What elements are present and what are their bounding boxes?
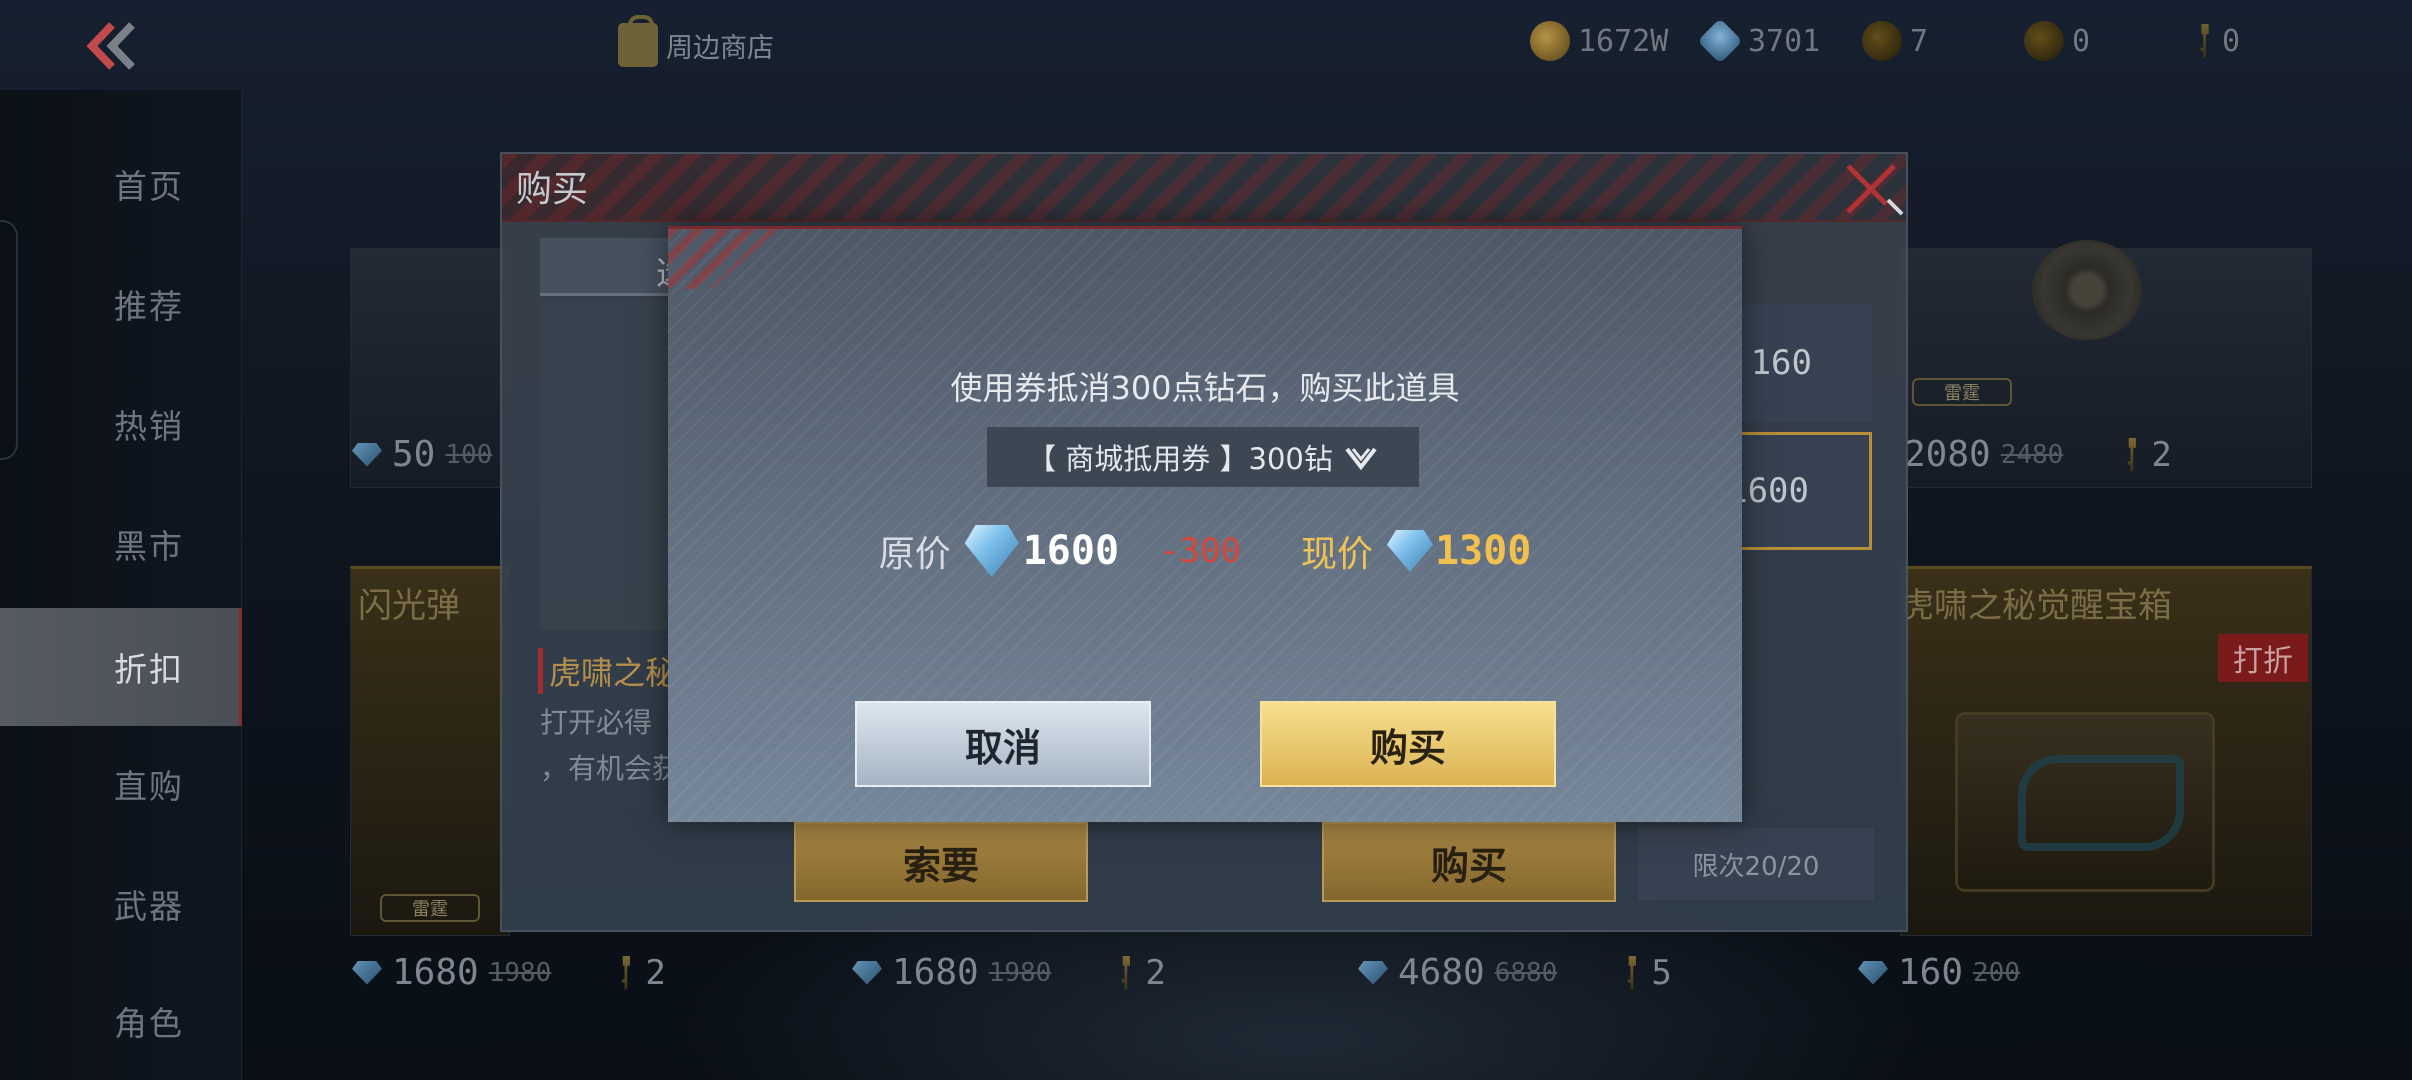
key-icon: [2127, 437, 2136, 472]
currency-gold[interactable]: 1672W: [1530, 18, 1668, 64]
chevron-down-icon: [1345, 447, 1377, 471]
product-price: 4680 6880 5: [1358, 952, 1672, 993]
product-title: 虎啸之秘觉醒宝箱: [1900, 586, 2172, 626]
current-price: 1300: [1434, 528, 1532, 574]
badge-amount: 0: [2072, 23, 2091, 59]
product-price: 2080 2480 2: [1904, 434, 2172, 475]
currency-medal[interactable]: 7: [1862, 18, 1928, 64]
coupon-dropdown[interactable]: 【 商城抵用券 】300钻: [987, 427, 1419, 487]
diamond-amount: 3701: [1748, 23, 1821, 59]
product-price: 50 100: [352, 434, 492, 475]
sidebar-item-discount[interactable]: 折扣: [0, 608, 242, 726]
product-price: 1680 1980 2: [852, 952, 1166, 993]
close-button[interactable]: [1836, 154, 1906, 224]
close-icon: [1846, 164, 1904, 216]
sidebar-item-home[interactable]: 首页: [0, 125, 242, 243]
shopping-bag-icon: [618, 15, 658, 67]
rank-badge: 雷霆: [1912, 378, 2012, 406]
back-button[interactable]: [70, 16, 150, 76]
top-bar: 周边商店 1672W 3701 7 0 0: [0, 0, 2412, 90]
currency-key[interactable]: 0: [2196, 18, 2240, 64]
rank-badge: 雷霆: [380, 894, 480, 922]
sidebar-item-direct-buy[interactable]: 直购: [0, 725, 242, 843]
purchase-dialog-title: 购买: [516, 169, 589, 210]
medal-icon: [1862, 21, 1902, 61]
key-amount: 0: [2222, 23, 2241, 59]
currency-badge[interactable]: 0: [2024, 18, 2090, 64]
coupon-confirm-modal: 使用券抵消300点钻石，购买此道具 【 商城抵用券 】300钻 原价 1600 …: [668, 226, 1742, 822]
diamond-icon: [1358, 960, 1388, 985]
disc-item-icon: [2032, 240, 2142, 340]
category-sidebar: 首页 推荐 热销 黑市 折扣 直购 武器 角色: [0, 90, 242, 1080]
key-icon: [1627, 955, 1636, 990]
diamond-icon: [964, 525, 1019, 577]
badge-icon: [2024, 21, 2064, 61]
treasure-chest-image: [1955, 712, 2215, 892]
confirm-message: 使用券抵消300点钻石，购买此道具: [950, 369, 1460, 407]
product-title: 闪光弹: [358, 586, 460, 626]
currency-diamond[interactable]: 3701: [1697, 18, 1821, 64]
key-icon: [2200, 24, 2209, 58]
diamond-icon: [1386, 530, 1433, 572]
key-icon: [1121, 955, 1130, 990]
sidebar-item-recommend[interactable]: 推荐: [0, 245, 242, 363]
sidebar-item-black-market[interactable]: 黑市: [0, 485, 242, 603]
purchase-dialog-header: [502, 154, 1906, 222]
key-icon: [621, 955, 630, 990]
diamond-icon: [352, 442, 382, 467]
product-price: 1680 1980 2: [352, 952, 666, 993]
discount-amount: -300: [1159, 531, 1241, 571]
item-description: 打开必得 ，有机会获: [540, 706, 670, 785]
coupon-selected-value: 【 商城抵用券 】300钻: [1027, 442, 1333, 476]
current-price-label: 现价: [1300, 534, 1373, 575]
original-price-label: 原价: [878, 534, 951, 575]
buy-button-background[interactable]: 购买: [1322, 822, 1616, 902]
sidebar-item-weapons[interactable]: 武器: [0, 845, 242, 963]
modal-corner-decoration: [668, 229, 778, 289]
price-summary: 原价 1600 -300 现价 1300: [668, 525, 1742, 577]
gold-coin-icon: [1530, 21, 1570, 61]
discount-tag: 打折: [2218, 634, 2308, 682]
item-name: 虎啸之秘: [538, 648, 677, 694]
diamond-icon: [1858, 960, 1888, 985]
diamond-icon: [852, 960, 882, 985]
purchase-limit: 限次20/20: [1638, 828, 1874, 900]
original-price: 1600: [1022, 528, 1120, 574]
ask-button[interactable]: 索要: [794, 822, 1088, 902]
sidebar-item-hot[interactable]: 热销: [0, 365, 242, 483]
double-chevron-left-icon: [86, 22, 135, 70]
diamond-icon: [352, 960, 382, 985]
merch-shop-label: 周边商店: [666, 32, 774, 64]
product-price: 160 200: [1858, 952, 2020, 993]
sidebar-item-characters[interactable]: 角色: [0, 962, 242, 1080]
gold-amount: 1672W: [1578, 23, 1669, 59]
merch-shop-link[interactable]: 周边商店: [618, 15, 774, 70]
confirm-buy-button[interactable]: 购买: [1260, 701, 1556, 787]
cancel-button[interactable]: 取消: [855, 701, 1151, 787]
diamond-icon: [1697, 18, 1743, 64]
medal-amount: 7: [1910, 23, 1929, 59]
